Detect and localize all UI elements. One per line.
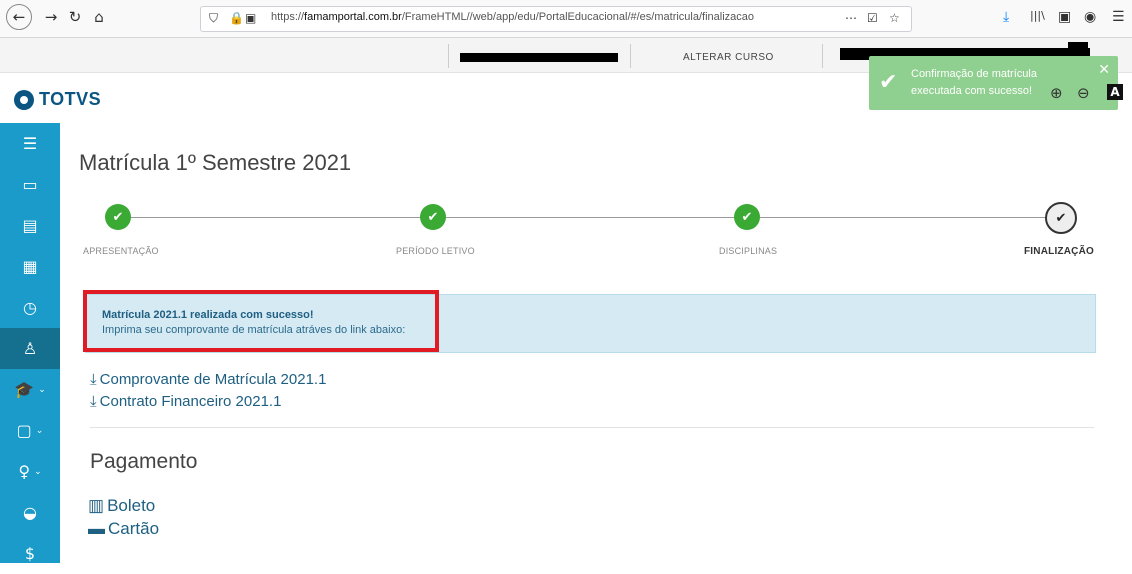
credit-card-icon: ▬ bbox=[88, 519, 105, 538]
comprovante-link[interactable]: ⤓ Comprovante de Matrícula 2021.1 bbox=[90, 371, 326, 388]
step-label-finalizacao: FINALIZAÇÃO bbox=[1024, 246, 1094, 257]
chevron-down-icon: ⌄ bbox=[34, 466, 42, 477]
clock-icon: ◷ bbox=[23, 298, 37, 317]
download-icon[interactable]: ⤓ bbox=[1003, 9, 1009, 25]
url-prefix: https:// bbox=[271, 11, 305, 23]
lightbulb-icon: ♀ bbox=[18, 462, 31, 481]
library-icon[interactable]: |||\ bbox=[1030, 9, 1045, 22]
inbox-icon: ◒ bbox=[23, 503, 37, 522]
sidebar-item-documents[interactable]: ▢ ⌄ bbox=[0, 410, 60, 451]
contrato-label: Contrato Financeiro 2021.1 bbox=[99, 393, 282, 410]
clipboard-icon: ▢ bbox=[16, 421, 32, 440]
sidebar-item-ideas[interactable]: ♀ ⌄ bbox=[0, 451, 60, 492]
step-label-periodo-letivo: PERÍODO LETIVO bbox=[396, 246, 475, 256]
totvs-logo[interactable]: TOTVS bbox=[14, 89, 101, 110]
divider bbox=[822, 44, 823, 68]
sidebar-toggle-icon[interactable]: ▣ bbox=[1058, 9, 1071, 25]
cartao-label: Cartão bbox=[108, 519, 160, 538]
divider bbox=[630, 44, 631, 68]
page-title: Matrícula 1º Semestre 2021 bbox=[79, 150, 352, 175]
calendar-icon: ▤ bbox=[22, 216, 38, 235]
shield-icon[interactable]: ⛉ bbox=[209, 11, 218, 26]
zoom-in-icon[interactable]: ⊕ bbox=[1050, 84, 1063, 102]
permissions-icon[interactable]: ▣ bbox=[245, 11, 256, 25]
red-highlight-box bbox=[83, 290, 439, 352]
step-apresentacao-check-icon[interactable]: ✔ bbox=[105, 204, 131, 230]
page-actions-icon[interactable]: ⋯ bbox=[845, 11, 857, 25]
grid-icon: ▦ bbox=[22, 257, 38, 276]
divider bbox=[90, 427, 1094, 428]
account-icon[interactable]: ◉ bbox=[1084, 9, 1096, 25]
graduation-cap-icon: 🎓 bbox=[14, 380, 35, 399]
hamburger-icon: ☰ bbox=[22, 134, 38, 153]
forward-button[interactable]: → bbox=[40, 6, 62, 28]
redacted-user-name bbox=[460, 53, 618, 62]
logo-text: TOTVS bbox=[39, 89, 102, 109]
step-label-apresentacao: APRESENTAÇÃO bbox=[83, 246, 159, 256]
chevron-down-icon: ⌄ bbox=[35, 425, 44, 436]
divider bbox=[448, 44, 449, 68]
contrato-link[interactable]: ⤓ Contrato Financeiro 2021.1 bbox=[90, 393, 281, 410]
barcode-icon: ▥ bbox=[88, 496, 105, 515]
download-icon: ⤓ bbox=[90, 393, 97, 410]
payment-title: Pagamento bbox=[90, 450, 198, 473]
monitor-icon: ▭ bbox=[22, 175, 38, 194]
boleto-label: Boleto bbox=[107, 496, 156, 515]
download-icon: ⤓ bbox=[90, 371, 97, 388]
home-button[interactable]: ⌂ bbox=[88, 6, 110, 28]
sidebar-nav: ☰ ▭ ▤ ▦ ◷ ♙ 🎓 ⌄ ▢ ⌄ ♀ ⌄ ◒ $ bbox=[0, 123, 60, 563]
sidebar-item-history[interactable]: ◷ bbox=[0, 287, 60, 328]
stepper-line bbox=[118, 217, 1060, 218]
hamburger-menu-icon[interactable]: ☰ bbox=[1112, 9, 1125, 25]
sidebar-item-matricula[interactable]: ♙ bbox=[0, 328, 60, 369]
url-text[interactable]: https://famamportal.com.br/FrameHTML//we… bbox=[271, 11, 754, 23]
sidebar-item-inbox[interactable]: ◒ bbox=[0, 492, 60, 533]
comprovante-label: Comprovante de Matrícula 2021.1 bbox=[99, 371, 327, 388]
invoice-icon: $ bbox=[24, 544, 36, 563]
accessibility-contrast-icon[interactable]: A bbox=[1107, 84, 1123, 100]
totvs-logo-icon bbox=[14, 89, 34, 110]
back-button[interactable]: ← bbox=[6, 4, 32, 30]
step-label-disciplinas: DISCIPLINAS bbox=[719, 246, 778, 256]
step-disciplinas-check-icon[interactable]: ✔ bbox=[734, 204, 760, 230]
sidebar-item-calendar[interactable]: ▤ bbox=[0, 205, 60, 246]
step-finalizacao-check-icon[interactable]: ✔ bbox=[1045, 202, 1077, 234]
sidebar-item-academic[interactable]: 🎓 ⌄ bbox=[0, 369, 60, 410]
boleto-link[interactable]: ▥ Boleto bbox=[88, 496, 155, 516]
close-icon[interactable]: ✕ bbox=[1098, 62, 1110, 78]
menu-toggle-icon[interactable]: ☰ bbox=[0, 123, 60, 164]
chevron-down-icon: ⌄ bbox=[38, 384, 46, 395]
sidebar-item-financial[interactable]: $ bbox=[0, 533, 60, 574]
url-bar[interactable]: ⛉ 🔒 ▣ https://famamportal.com.br/FrameHT… bbox=[200, 6, 912, 32]
cartao-link[interactable]: ▬ Cartão bbox=[88, 519, 159, 539]
sidebar-item-dashboard[interactable]: ▭ bbox=[0, 164, 60, 205]
url-domain: famamportal.com.br bbox=[304, 11, 402, 23]
browser-toolbar: ← → ↻ ⌂ ⛉ 🔒 ▣ https://famamportal.com.br… bbox=[0, 0, 1132, 38]
lock-icon[interactable]: 🔒 bbox=[229, 11, 244, 25]
zoom-out-icon[interactable]: ⊖ bbox=[1077, 84, 1090, 102]
add-user-icon: ♙ bbox=[22, 339, 38, 358]
pocket-icon[interactable]: ☑ bbox=[867, 11, 878, 25]
bookmark-star-icon[interactable]: ☆ bbox=[889, 11, 900, 25]
toast-message: Confirmação de matrícula executada com s… bbox=[911, 68, 1037, 97]
url-path: /FrameHTML//web/app/edu/PortalEducaciona… bbox=[401, 11, 755, 23]
sidebar-item-grid[interactable]: ▦ bbox=[0, 246, 60, 287]
alterar-curso-button[interactable]: ALTERAR CURSO bbox=[683, 52, 774, 63]
checkmark-icon: ✔ bbox=[879, 70, 898, 95]
step-periodo-check-icon[interactable]: ✔ bbox=[420, 204, 446, 230]
reload-button[interactable]: ↻ bbox=[64, 6, 86, 28]
